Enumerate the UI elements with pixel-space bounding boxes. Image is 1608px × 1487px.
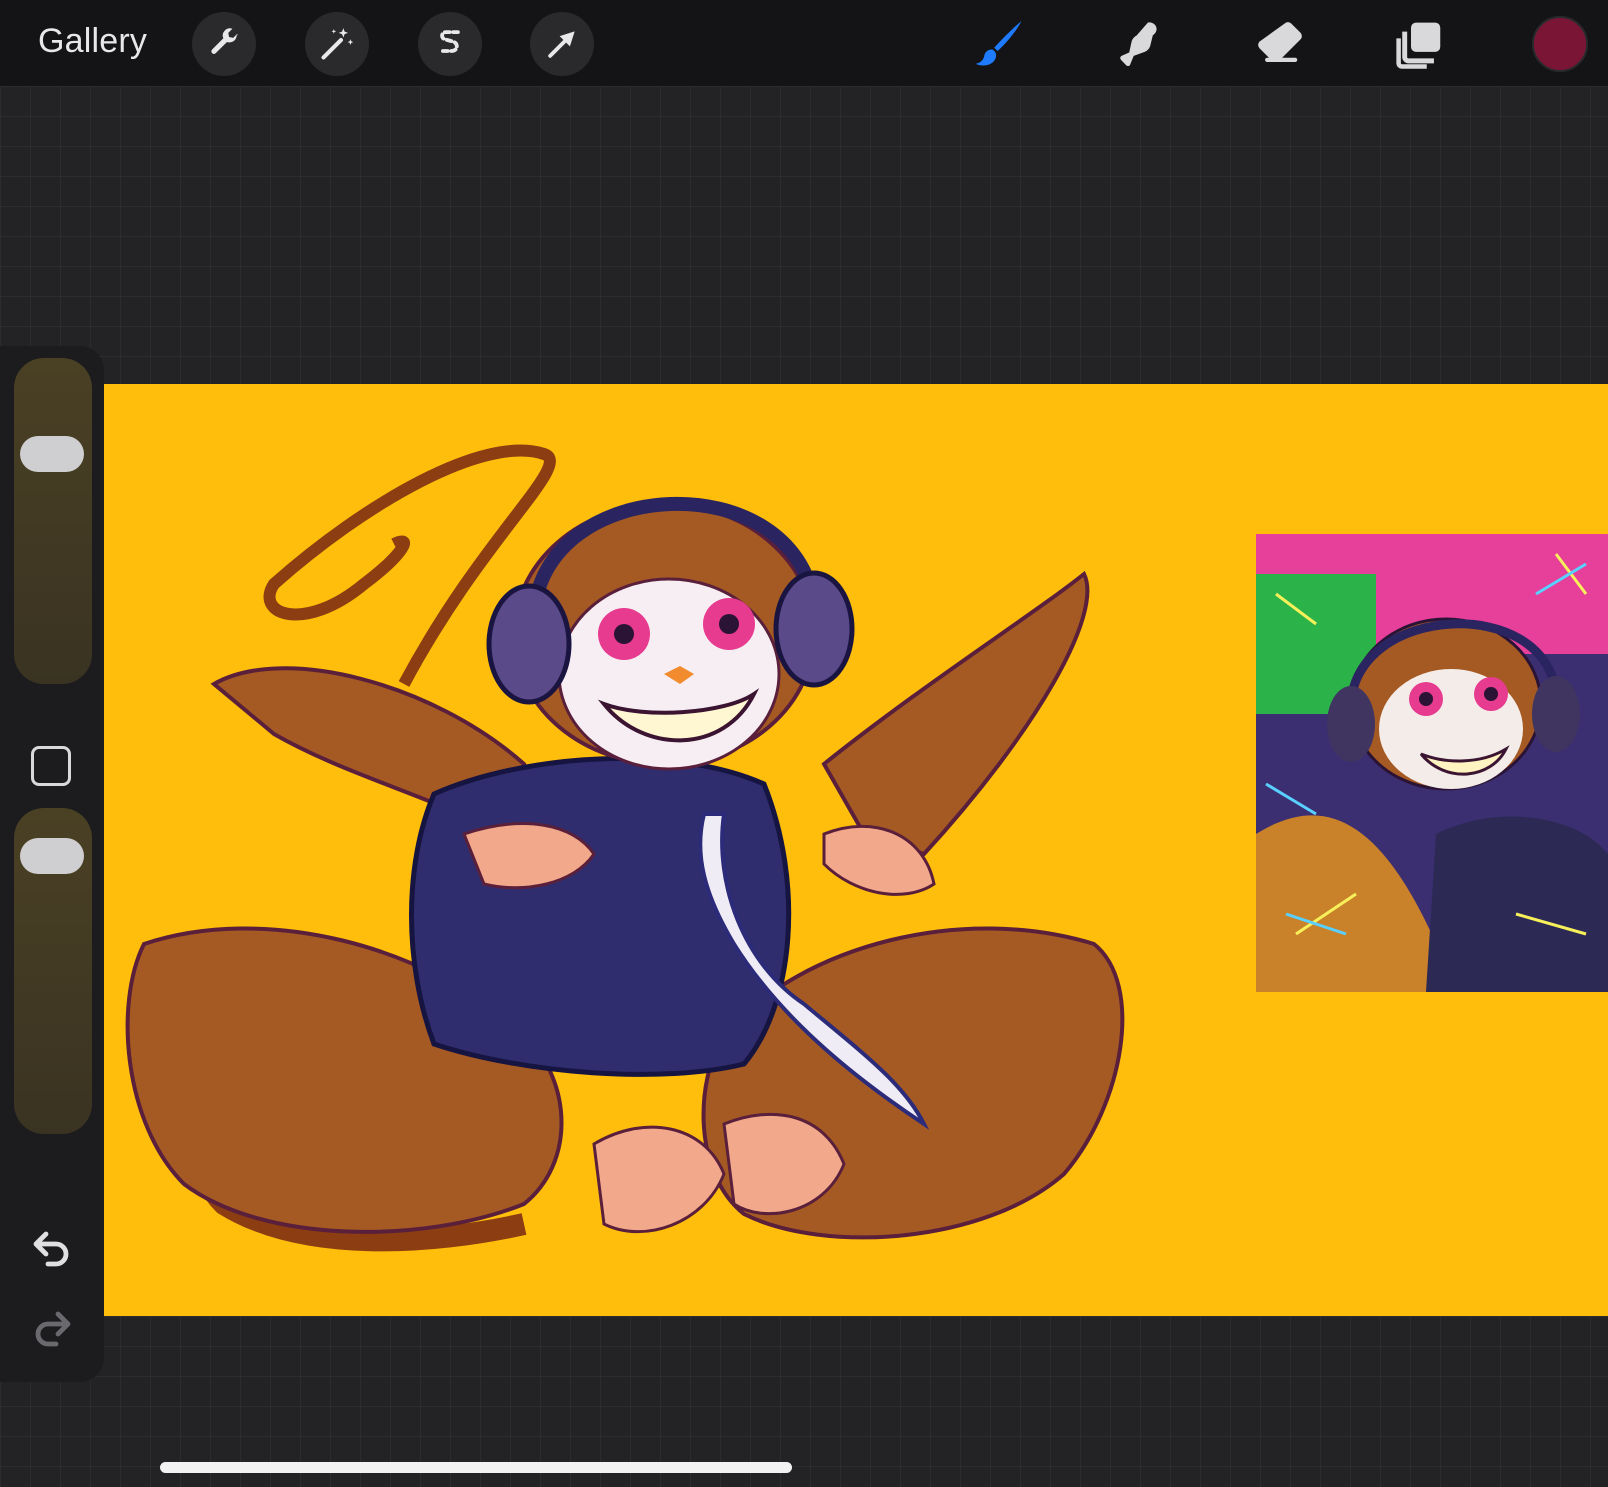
left-sidebar — [0, 346, 104, 1382]
color-picker-swatch[interactable] — [1532, 16, 1588, 72]
modify-button[interactable] — [31, 746, 71, 786]
layers-icon — [1396, 22, 1441, 69]
brush-button[interactable] — [968, 14, 1028, 74]
eraser-button[interactable] — [1250, 14, 1310, 74]
layers-button[interactable] — [1390, 14, 1450, 74]
opacity-thumb[interactable] — [20, 838, 84, 874]
home-indicator[interactable] — [160, 1462, 792, 1473]
undo-button[interactable] — [28, 1222, 76, 1270]
redo-button[interactable] — [28, 1302, 76, 1350]
reference-monkey-image — [1256, 534, 1608, 992]
brush-size-thumb[interactable] — [20, 436, 84, 472]
magic-wand-icon — [321, 28, 354, 60]
undo-icon — [33, 1231, 69, 1267]
artwork-canvas[interactable] — [104, 384, 1608, 1316]
adjustments-button[interactable] — [305, 12, 369, 76]
actions-button[interactable] — [192, 12, 256, 76]
redo-icon — [35, 1311, 71, 1347]
reference-thumbnail — [1256, 534, 1608, 992]
monkey-illustration — [125, 444, 1125, 1252]
selection-button[interactable] — [418, 12, 482, 76]
top-toolbar: Gallery — [0, 0, 1608, 86]
selection-s-icon — [440, 30, 460, 53]
smudge-icon — [1120, 22, 1157, 67]
eraser-icon — [1258, 22, 1302, 62]
transform-button[interactable] — [530, 12, 594, 76]
brush-size-slider[interactable] — [14, 358, 92, 684]
smudge-button[interactable] — [1110, 14, 1170, 74]
arrow-icon — [548, 31, 575, 58]
wrench-icon — [211, 28, 238, 54]
gallery-button[interactable]: Gallery — [38, 22, 147, 61]
brush-icon — [975, 21, 1022, 66]
